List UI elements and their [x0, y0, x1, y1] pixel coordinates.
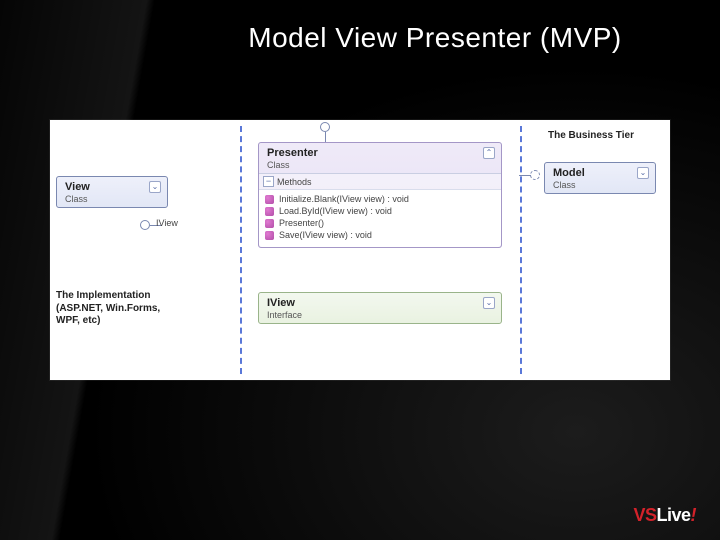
tier-label-implementation: The Implementation (ASP.NET, Win.Forms, …	[56, 290, 226, 328]
class-box-presenter: Presenter Class ⌃ Methods Initialize.Bla…	[258, 142, 502, 248]
class-stereotype: Class	[65, 194, 90, 204]
expand-icon: ⌄	[637, 167, 649, 179]
section-methods: Methods	[259, 173, 501, 189]
class-box-model: Model Class ⌄	[544, 162, 656, 194]
method-icon	[265, 195, 274, 204]
method-icon	[265, 207, 274, 216]
tier-presenter: Presenter Class ⌃ Methods Initialize.Bla…	[250, 120, 510, 380]
class-box-iview: IView Interface ⌄	[258, 292, 502, 324]
tier-divider-left	[240, 126, 242, 374]
method-item: Save(IView view) : void	[265, 229, 497, 241]
class-stereotype: Class	[267, 160, 318, 170]
lollipop-presenter-top	[320, 122, 330, 132]
class-name: IView	[267, 297, 302, 309]
expand-icon: ⌄	[483, 297, 495, 309]
slide-title: Model View Presenter (MVP)	[180, 22, 690, 54]
logo-live: Live	[656, 505, 690, 525]
lollipop-model-left	[530, 170, 540, 180]
tier-divider-right	[520, 126, 522, 374]
tier-implementation: View Class ⌄ IView The Implementation (A…	[50, 120, 230, 380]
tier-label-business: The Business Tier	[548, 130, 634, 143]
method-item: Load.ById(IView view) : void	[265, 205, 497, 217]
class-name: View	[65, 181, 90, 193]
expand-icon: ⌄	[149, 181, 161, 193]
impl-line2: (ASP.NET, Win.Forms,	[56, 303, 226, 316]
class-stereotype: Class	[553, 180, 585, 190]
lollipop-label-iview: IView	[156, 218, 178, 228]
mvp-diagram: View Class ⌄ IView The Implementation (A…	[50, 120, 670, 380]
lollipop-iview	[140, 220, 150, 230]
method-icon	[265, 219, 274, 228]
tier-business: The Business Tier Model Class ⌄	[530, 120, 670, 380]
logo-vs: VS	[633, 505, 656, 525]
logo-excl: !	[691, 505, 697, 525]
method-item: Presenter()	[265, 217, 497, 229]
collapse-icon: ⌃	[483, 147, 495, 159]
method-item: Initialize.Blank(IView view) : void	[265, 193, 497, 205]
impl-line1: The Implementation	[56, 290, 226, 303]
vslive-logo: VSLive!	[633, 505, 696, 526]
class-stereotype: Interface	[267, 310, 302, 320]
method-icon	[265, 231, 274, 240]
method-list: Initialize.Blank(IView view) : void Load…	[259, 189, 501, 247]
class-name: Presenter	[267, 147, 318, 159]
class-box-view: View Class ⌄	[56, 176, 168, 208]
class-name: Model	[553, 167, 585, 179]
impl-line3: WPF, etc)	[56, 315, 226, 328]
